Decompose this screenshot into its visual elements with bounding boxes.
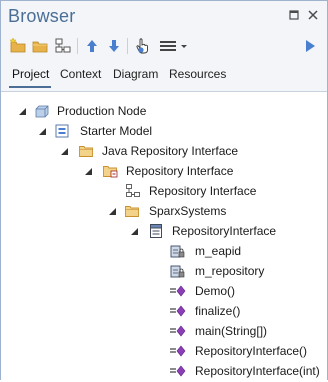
title-bar: Browser (1, 1, 327, 31)
operation-icon (169, 323, 186, 339)
close-icon[interactable] (306, 8, 320, 22)
new-package-icon[interactable] (9, 37, 27, 55)
operation-icon (169, 303, 186, 319)
new-diagram-icon[interactable] (54, 37, 72, 55)
package-icon (124, 203, 140, 219)
move-down-icon[interactable] (105, 37, 123, 55)
tree-node-repositoryinterface-class[interactable]: RepositoryInterface (1, 221, 327, 241)
expanded-arrow-icon[interactable] (82, 161, 96, 181)
tab-project[interactable]: Project (12, 67, 49, 81)
tree-node-label: Java Repository Interface (102, 144, 239, 158)
expanded-arrow-icon[interactable] (58, 141, 72, 161)
window-title: Browser (8, 6, 76, 26)
active-tab-indicator (9, 86, 51, 88)
tree-node-label: RepositoryInterface() (195, 344, 308, 358)
tree-node-label: m_eapid (195, 244, 242, 258)
tree-node-label: Repository Interface (149, 184, 257, 198)
toolbar-separator (127, 38, 128, 54)
tree-node-starter-model[interactable]: Starter Model (1, 121, 327, 141)
class-icon (148, 223, 164, 239)
tree-node-label: RepositoryInterface(int) (195, 364, 320, 378)
tree-node-m-repository[interactable]: m_repository (1, 261, 327, 281)
tree-node-label: Repository Interface (126, 164, 234, 178)
node-icon (34, 103, 50, 119)
tree-node-label: finalize() (195, 304, 241, 318)
diagram-icon (125, 183, 141, 199)
menu-icon[interactable] (158, 37, 190, 55)
tree-node-finalize[interactable]: finalize() (1, 301, 327, 321)
maximize-icon[interactable] (287, 8, 301, 22)
expanded-arrow-icon[interactable] (106, 201, 120, 221)
expanded-arrow-icon[interactable] (128, 221, 142, 241)
tab-diagram[interactable]: Diagram (113, 67, 158, 81)
tree-node-constructor[interactable]: RepositoryInterface() (1, 341, 327, 361)
model-icon (54, 123, 70, 139)
tree-node-label: Demo() (195, 284, 236, 298)
tree-node-main[interactable]: main(String[]) (1, 321, 327, 341)
tree-node-label: Starter Model (80, 124, 153, 138)
tree-node-label: main(String[]) (195, 324, 268, 338)
package-icon (78, 143, 94, 159)
tree-node-label: RepositoryInterface (172, 224, 277, 238)
locate-icon[interactable] (134, 37, 152, 55)
tree-node-m-eapid[interactable]: m_eapid (1, 241, 327, 261)
tree-node-repository-interface-diagram[interactable]: Repository Interface (1, 181, 327, 201)
operation-icon (169, 343, 186, 359)
folder-icon[interactable] (31, 37, 49, 55)
tree-node-label: SparxSystems (149, 204, 227, 218)
tree-node-constructor-int[interactable]: RepositoryInterface(int) (1, 361, 327, 381)
attribute-icon (169, 243, 185, 259)
package-diagram-icon (102, 163, 118, 179)
tree-node-production-node[interactable]: Production Node (1, 101, 327, 121)
expanded-arrow-icon[interactable] (16, 101, 30, 121)
operation-icon (169, 283, 186, 299)
move-up-icon[interactable] (83, 37, 101, 55)
tree-node-repository-interface-package[interactable]: Repository Interface (1, 161, 327, 181)
tab-resources[interactable]: Resources (169, 67, 226, 81)
play-icon[interactable] (301, 37, 319, 55)
expanded-arrow-icon[interactable] (36, 121, 50, 141)
operation-icon (169, 363, 186, 379)
toolbar-separator (77, 38, 78, 54)
tree-node-label: m_repository (195, 264, 265, 278)
tree-node-label: Production Node (57, 104, 147, 118)
tree-node-demo[interactable]: Demo() (1, 281, 327, 301)
tab-context[interactable]: Context (60, 67, 101, 81)
browser-window: Browser Project Context Diagram Resource… (0, 0, 328, 380)
project-tree: Production Node Starter Model Java Repos… (1, 91, 327, 380)
tree-node-java-repository-interface[interactable]: Java Repository Interface (1, 141, 327, 161)
attribute-icon (169, 263, 185, 279)
tree-node-sparxsystems[interactable]: SparxSystems (1, 201, 327, 221)
